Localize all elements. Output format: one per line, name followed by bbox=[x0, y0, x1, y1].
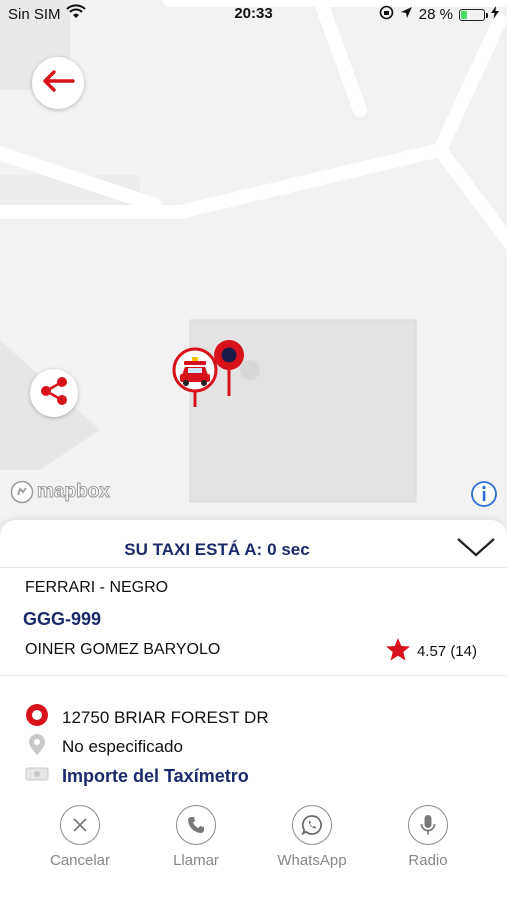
charging-bolt-icon bbox=[491, 6, 499, 23]
whatsapp-button[interactable]: WhatsApp bbox=[262, 805, 362, 869]
origin-address-row: 12750 BRIAR FOREST DR bbox=[25, 703, 269, 732]
action-bar: Cancelar Llamar WhatsApp Radio bbox=[0, 805, 507, 875]
battery-fill bbox=[461, 10, 468, 19]
map-info-button[interactable] bbox=[470, 480, 498, 513]
star-icon bbox=[385, 637, 411, 666]
eta-label: SU TAXI ESTÁ A: bbox=[124, 540, 263, 559]
whatsapp-label: WhatsApp bbox=[277, 852, 347, 869]
cancel-button[interactable]: Cancelar bbox=[30, 805, 130, 869]
back-button[interactable] bbox=[32, 57, 84, 109]
driver-rating: 4.57 (14) bbox=[385, 637, 477, 666]
radio-label: Radio bbox=[408, 852, 448, 869]
call-button[interactable]: Llamar bbox=[146, 805, 246, 869]
origin-address: 12750 BRIAR FOREST DR bbox=[62, 707, 269, 727]
collapse-chevron-icon[interactable] bbox=[456, 536, 496, 563]
rating-value: 4.57 (14) bbox=[416, 643, 477, 660]
whatsapp-icon bbox=[292, 805, 332, 845]
battery-percent: 28 % bbox=[418, 6, 453, 23]
destination-pin-icon[interactable] bbox=[212, 338, 264, 405]
destination-placeholder-pin-icon bbox=[25, 732, 49, 761]
microphone-icon bbox=[408, 805, 448, 845]
battery-icon bbox=[459, 8, 488, 21]
back-arrow-icon bbox=[41, 69, 75, 98]
sheet-header[interactable]: SU TAXI ESTÁ A: 0 sec bbox=[0, 520, 507, 568]
money-icon bbox=[25, 765, 49, 788]
eta-value: 0 sec bbox=[267, 540, 310, 559]
status-bar: Sin SIM 20:33 28 % bbox=[0, 0, 507, 28]
radio-button[interactable]: Radio bbox=[378, 805, 478, 869]
fare-row[interactable]: Importe del Taxímetro bbox=[25, 765, 249, 788]
car-description: FERRARI - NEGRO bbox=[25, 579, 169, 596]
phone-icon bbox=[176, 805, 216, 845]
driver-name: OINER GOMEZ BARYOLO bbox=[25, 641, 221, 658]
origin-pin-icon bbox=[25, 703, 49, 732]
eta-text: SU TAXI ESTÁ A: 0 sec bbox=[0, 540, 434, 560]
license-plate: GGG-999 bbox=[23, 609, 102, 629]
rotation-lock-icon bbox=[379, 5, 394, 24]
mapbox-attribution: mapbox bbox=[37, 481, 111, 503]
mapbox-logo-icon bbox=[10, 480, 34, 504]
info-icon bbox=[470, 481, 498, 512]
cancel-icon bbox=[60, 805, 100, 845]
fare-label: Importe del Taxímetro bbox=[62, 766, 249, 786]
cancel-label: Cancelar bbox=[49, 852, 111, 869]
destination-address: No especificado bbox=[62, 736, 183, 756]
share-icon bbox=[36, 373, 72, 414]
mapbox-logo[interactable]: mapbox bbox=[10, 480, 110, 504]
divider bbox=[0, 675, 507, 676]
destination-address-row: No especificado bbox=[25, 732, 183, 761]
location-arrow-icon bbox=[400, 6, 413, 23]
map-view[interactable]: Sin SIM 20:33 28 % mapbox bbox=[0, 0, 507, 530]
share-button[interactable] bbox=[30, 369, 78, 417]
call-label: Llamar bbox=[173, 852, 219, 869]
trip-details-sheet: SU TAXI ESTÁ A: 0 sec FERRARI - NEGRO GGG… bbox=[0, 520, 507, 900]
